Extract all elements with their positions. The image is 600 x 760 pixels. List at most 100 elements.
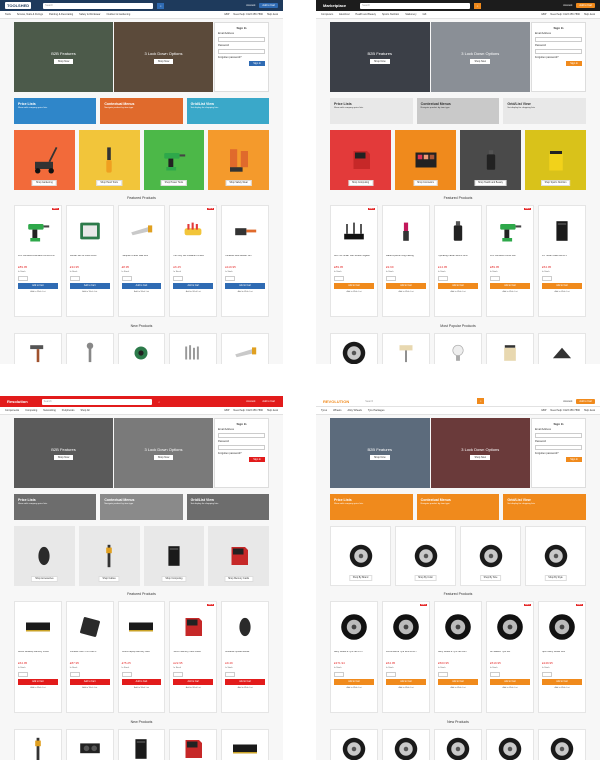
tyre-icon[interactable]: [490, 605, 530, 649]
product-name[interactable]: Hydrating Facial Serum 30ml: [438, 255, 478, 263]
site-logo[interactable]: TOOLSHED: [5, 2, 32, 9]
quantity-field[interactable]: [225, 672, 236, 677]
product-name[interactable]: DDR4 Laptop Memory 8GB: [122, 651, 162, 659]
category-shop-button[interactable]: Shop Health and Beauty: [474, 180, 507, 186]
quantity-field[interactable]: [438, 672, 448, 677]
category-shop-button[interactable]: Shop Computing: [161, 576, 187, 582]
tyre-icon[interactable]: [386, 605, 426, 649]
hero-slide[interactable]: 3 Lock Down Options Shop Now: [114, 418, 213, 488]
site-logo[interactable]: Marketplace: [321, 2, 349, 9]
product-name[interactable]: 18V Cordless Combi Drill: [490, 255, 530, 263]
wishlist-link[interactable]: Add to Wish List: [70, 687, 110, 689]
feature-banner[interactable]: Grid/List View Set display for shopping l…: [186, 494, 269, 520]
feature-banner[interactable]: Price Lists Show with company price lists: [14, 98, 97, 124]
product-thumb[interactable]: [382, 333, 430, 364]
hero-shop-button[interactable]: Shop Now: [369, 58, 390, 64]
ssd-icon[interactable]: [70, 605, 110, 649]
product-card[interactable]: SALE Performance Tyre 225/45 R17 £64.95 In …: [382, 601, 430, 713]
nav-item[interactable]: Safety & Workwear: [79, 13, 100, 16]
quantity-field[interactable]: [334, 276, 344, 281]
nav-right-item[interactable]: GBP: [224, 409, 229, 412]
category-tile[interactable]: Shop Cosmetics: [395, 130, 456, 190]
category-tile[interactable]: Shop By Color: [395, 526, 456, 586]
cart-button[interactable]: Add to Cart: [259, 399, 278, 404]
category-shop-button[interactable]: Shop By Color: [414, 575, 437, 581]
product-card[interactable]: Cordless Leaf Blower 18V £119.95 In Stock A…: [221, 205, 269, 317]
category-shop-button[interactable]: Shop Accessories: [31, 576, 58, 582]
add-to-cart-button[interactable]: Add to Cart: [334, 679, 374, 685]
cart-button[interactable]: Add to Cart: [576, 3, 595, 8]
product-thumb[interactable]: [330, 729, 378, 760]
product-name[interactable]: Wireless Optical Mouse: [225, 651, 265, 659]
drill-icon[interactable]: [18, 209, 58, 253]
hero-shop-button[interactable]: Shop Now: [369, 454, 390, 460]
product-thumb[interactable]: [169, 729, 218, 760]
category-shop-button[interactable]: Shop By Style: [544, 575, 567, 581]
wishlist-link[interactable]: Add to Wish List: [70, 291, 110, 293]
quantity-field[interactable]: [438, 276, 448, 281]
category-tile[interactable]: Shop By Brand: [330, 526, 391, 586]
product-name[interactable]: Cordless Leaf Blower 18V: [225, 255, 265, 263]
quantity-field[interactable]: [18, 276, 28, 281]
add-to-cart-button[interactable]: Add to Cart: [121, 679, 162, 685]
add-to-cart-button[interactable]: Add to Cart: [334, 283, 374, 289]
wishlist-link[interactable]: Add to Wish List: [542, 687, 582, 689]
wishlist-link[interactable]: Add to Wish List: [334, 687, 374, 689]
nav-item[interactable]: Shop All: [80, 409, 89, 412]
nav-right-item[interactable]: GBP: [541, 13, 546, 16]
product-card[interactable]: DDR4 Laptop Memory 8GB £75.25 In Stock Add …: [117, 601, 166, 713]
quantity-field[interactable]: [121, 672, 132, 677]
product-thumb[interactable]: [14, 333, 62, 364]
category-tile[interactable]: Shop Gardening: [14, 130, 75, 190]
hero-shop-button[interactable]: Shop Now: [470, 454, 491, 460]
search-icon[interactable]: ⌕: [474, 2, 482, 9]
nav-item[interactable]: Outdoor & Gardening: [107, 13, 131, 16]
search-icon[interactable]: ⌕: [477, 398, 485, 404]
quantity-field[interactable]: [173, 672, 184, 677]
forgot-password-link[interactable]: Forgotten password?: [218, 452, 265, 455]
category-shop-button[interactable]: Shop Hand Tools: [96, 180, 122, 186]
category-shop-button[interactable]: Shop Safety Wear: [225, 180, 252, 186]
hero-slide[interactable]: 3 Lock Down Options Shop Now: [430, 418, 530, 488]
nav-right-item[interactable]: Help desk: [267, 13, 278, 16]
wishlist-link[interactable]: Add to Wish List: [122, 291, 162, 293]
account-link[interactable]: Account: [563, 4, 572, 7]
nav-item[interactable]: Networking: [43, 409, 56, 412]
product-card[interactable]: SALE All Season Tyre Set £519.95 In Stock Ad…: [486, 601, 534, 713]
forgot-password-link[interactable]: Forgotten password?: [535, 452, 582, 455]
feature-banner[interactable]: Grid/List View Set display for shopping l…: [503, 494, 587, 520]
router-icon[interactable]: [334, 209, 374, 253]
nav-right-item[interactable]: GBP: [224, 13, 229, 16]
wishlist-link[interactable]: Add to Wish List: [490, 687, 530, 689]
nav-item[interactable]: Tyre Packages: [368, 409, 385, 412]
category-tile[interactable]: Shop Computing: [143, 526, 205, 586]
email-field[interactable]: [218, 433, 265, 438]
category-tile[interactable]: Shop By Style: [525, 526, 586, 586]
password-field[interactable]: [535, 445, 582, 450]
add-to-cart-button[interactable]: Add to Cart: [69, 679, 110, 685]
hexkey-icon[interactable]: [173, 209, 213, 253]
search-input[interactable]: Search: [360, 2, 471, 9]
hero-shop-button[interactable]: Shop Now: [153, 58, 174, 64]
drill-icon[interactable]: [490, 209, 530, 253]
product-name[interactable]: Performance Tyre 225/45 R17: [386, 651, 426, 659]
sign-in-button[interactable]: Sign In: [249, 61, 265, 66]
feature-banner[interactable]: Grid/List View Set display for shopping l…: [186, 98, 269, 124]
hero-shop-button[interactable]: Shop Now: [153, 454, 174, 460]
product-thumb[interactable]: [117, 729, 166, 760]
add-to-cart-button[interactable]: Add to Cart: [386, 679, 426, 685]
hero-shop-button[interactable]: Shop Now: [470, 58, 491, 64]
product-name[interactable]: Hardpoint Panel Saw 22in: [122, 255, 162, 263]
category-shop-button[interactable]: Shop By Size: [479, 575, 502, 581]
product-card[interactable]: Alloy Wheel & Tyre Set 18in £503.95 In Sto…: [434, 601, 482, 713]
hero-slide[interactable]: B2B Features Shop Now: [330, 22, 430, 92]
nav-item[interactable]: Screws, Nails & Fixings: [17, 13, 43, 16]
product-thumb[interactable]: [169, 333, 218, 364]
wishlist-link[interactable]: Add to Wish List: [490, 291, 530, 293]
product-card[interactable]: SALE AC1750 Smart WiFi Router Gigabit £89.…: [330, 205, 378, 317]
category-tile[interactable]: Shop Cables: [78, 526, 140, 586]
category-tile[interactable]: Shop Safety Wear: [208, 130, 269, 190]
product-card[interactable]: SALE SDXC Memory Card 64GB £22.95 In Stock A…: [169, 601, 218, 713]
add-to-cart-button[interactable]: Add to Cart: [18, 283, 58, 289]
product-thumb[interactable]: [434, 333, 482, 364]
